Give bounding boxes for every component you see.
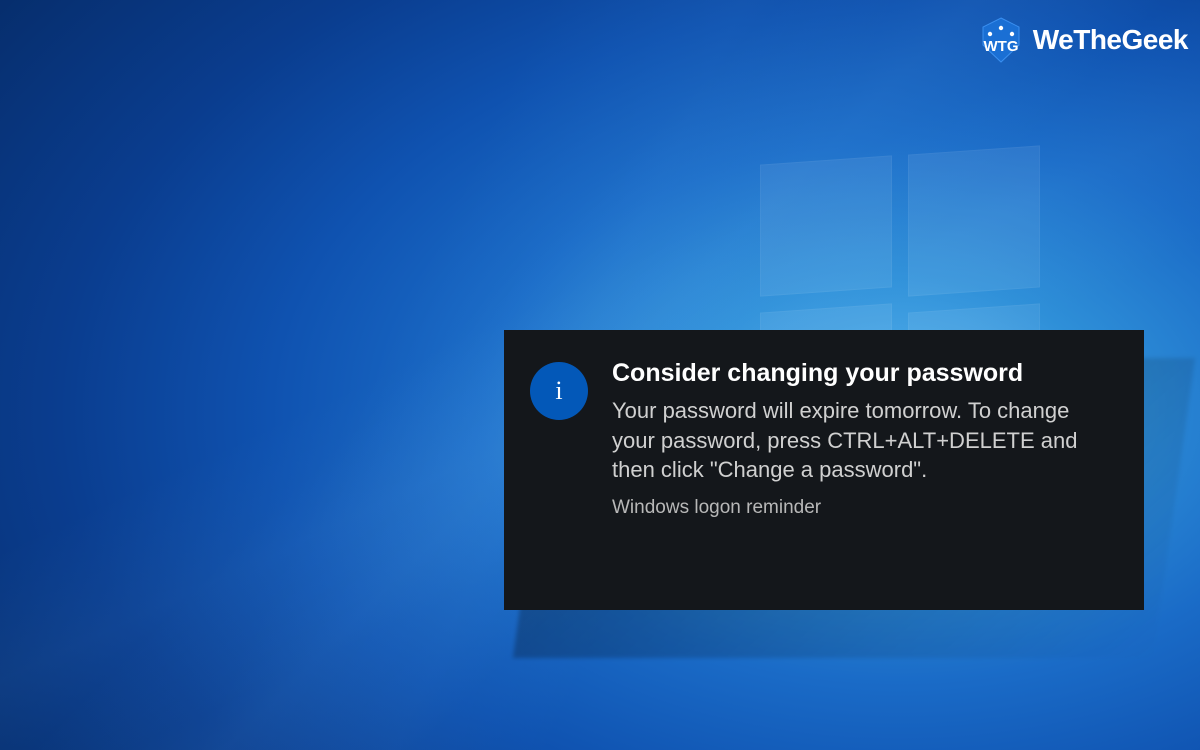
watermark-brand-text: WeTheGeek [1033,24,1188,56]
wethegeek-logo-icon: WTG [975,14,1027,66]
notification-title: Consider changing your password [612,358,1114,388]
watermark-brand: WTG WeTheGeek [975,14,1188,66]
svg-text:WTG: WTG [983,38,1018,55]
notification-body: Your password will expire tomorrow. To c… [612,396,1114,485]
info-icon: i [530,362,588,420]
info-icon-glyph: i [555,376,562,406]
toast-notification[interactable]: i Consider changing your password Your p… [504,330,1144,610]
notification-source: Windows logon reminder [612,497,1114,519]
notification-content: Consider changing your password Your pas… [612,358,1114,584]
